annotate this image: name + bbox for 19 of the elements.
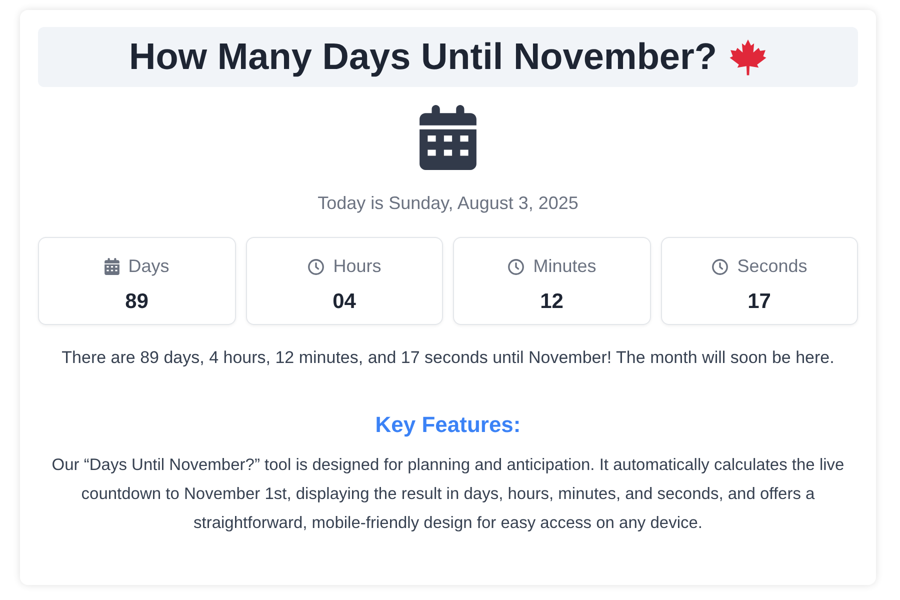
unit-value: 12: [540, 289, 564, 315]
countdown-summary: There are 89 days, 4 hours, 12 minutes, and 17 seconds until November! The month will soon be here.: [60, 347, 836, 369]
features-heading: Key Features:: [375, 411, 521, 439]
unit-value: 04: [332, 289, 356, 315]
clock-icon: [507, 258, 526, 276]
unit-label: Seconds: [737, 255, 808, 278]
unit-value: 89: [125, 289, 148, 315]
calendar-icon: [104, 258, 120, 275]
calendar-icon: [419, 105, 477, 170]
features-text: Our “Days Until November?” tool is designed for planning and anticipation. It automatically calculates the live countdown to November 1st, displaying the result in days, hours, minutes, and seconds, and offers a straightforward, mobile-friendly design for easy access on any device.: [50, 455, 846, 534]
maple-leaf-icon: [729, 38, 767, 76]
unit-value: 17: [748, 289, 771, 315]
clock-icon: [711, 258, 730, 276]
unit-label: Hours: [333, 255, 382, 278]
unit-label: Days: [128, 255, 170, 278]
clock-icon: [307, 258, 326, 276]
unit-label: Minutes: [533, 255, 596, 278]
today-date: Today is Sunday, August 3, 2025: [318, 192, 578, 215]
page-title: How Many Days Until November?: [128, 35, 717, 80]
